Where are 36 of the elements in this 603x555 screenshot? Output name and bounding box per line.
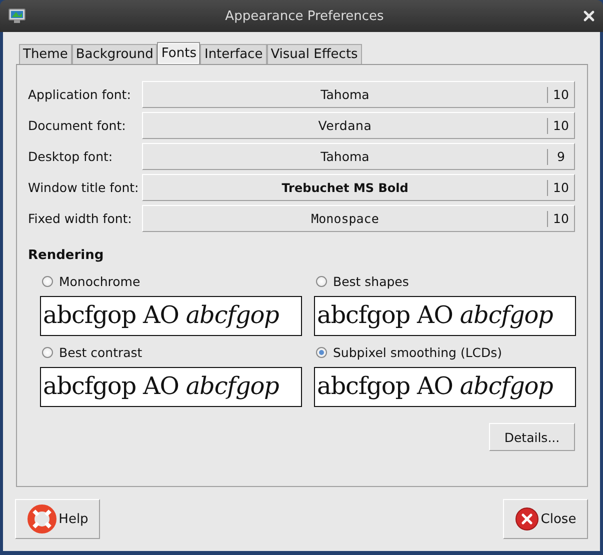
radio-button[interactable] [316, 346, 327, 358]
font-sample-preview: abcfgop AO abcfgop [40, 367, 302, 407]
window-title: Appearance Preferences [224, 8, 385, 24]
close-button[interactable]: Close [503, 499, 588, 539]
close-icon [514, 507, 539, 531]
font-picker-button[interactable]: Tahoma 9 [142, 143, 575, 170]
font-picker-button[interactable]: Verdana 10 [142, 112, 575, 139]
font-picker-button[interactable]: Tahoma 10 [142, 81, 575, 108]
radio-label[interactable]: Best shapes [333, 274, 409, 288]
font-picker-button[interactable]: Monospace 10 [142, 205, 575, 232]
window-close-button[interactable] [583, 10, 595, 22]
tab[interactable]: Theme [19, 44, 72, 64]
field-label: Window title font: [28, 180, 140, 195]
tab[interactable]: Interface [200, 44, 267, 64]
radio-label[interactable]: Monochrome [59, 274, 140, 288]
tab[interactable]: Visual Effects [266, 44, 362, 64]
field-label: Desktop font: [28, 149, 114, 164]
font-sample-preview: abcfgop AO abcfgop [314, 367, 576, 407]
field-label: Application font: [28, 87, 132, 102]
font-sample-preview: abcfgop AO abcfgop [40, 296, 302, 336]
details-button[interactable]: Details... [489, 423, 575, 451]
radio-button[interactable] [42, 346, 53, 358]
app-icon [8, 7, 26, 25]
radio-button[interactable] [316, 276, 327, 286]
font-sample-preview: abcfgop AO abcfgop [314, 296, 576, 336]
field-label: Fixed width font: [28, 211, 133, 226]
radio-label[interactable]: Subpixel smoothing (LCDs) [333, 344, 502, 360]
life-ring-icon [26, 504, 57, 534]
section-heading: Rendering [28, 248, 105, 265]
radio-label[interactable]: Best contrast [59, 344, 142, 360]
tab[interactable]: Fonts [157, 42, 200, 64]
radio-button[interactable] [42, 276, 53, 286]
help-button[interactable]: Help [15, 499, 100, 539]
field-label: Document font: [28, 118, 127, 133]
tab[interactable]: Background [72, 44, 158, 64]
font-picker-button[interactable]: Trebuchet MS Bold 10 [142, 174, 575, 201]
